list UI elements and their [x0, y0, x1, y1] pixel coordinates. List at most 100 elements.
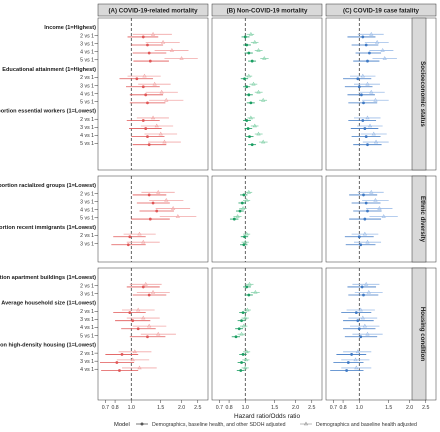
point-estimate [147, 193, 151, 197]
point-estimate [146, 135, 149, 139]
subgroup-title: Educational attainment (1=Highest) [2, 67, 96, 73]
x-tick-label: 2.5 [308, 405, 315, 411]
group-strip-label: Housing condition [419, 307, 426, 362]
point-estimate [148, 217, 152, 221]
row-label: 4 vs 1 [80, 367, 94, 373]
point-estimate [243, 235, 246, 239]
point-estimate [240, 361, 243, 364]
point-estimate [366, 143, 369, 147]
grid-layer [94, 3, 437, 403]
point-estimate [128, 235, 132, 239]
point-estimate [360, 93, 363, 97]
row-label: 2 vs 1 [80, 283, 94, 289]
subgroup-title: Income (1=Highest) [44, 25, 96, 31]
point-estimate [146, 101, 149, 105]
point-estimate [363, 127, 367, 130]
row-label: 2 vs 1 [80, 191, 94, 197]
point-estimate [241, 311, 245, 315]
legend-title: Model [114, 422, 130, 428]
point-estimate [118, 369, 121, 372]
point-estimate [146, 43, 149, 47]
point-estimate [359, 335, 363, 339]
point-estimate [147, 143, 151, 147]
point-estimate [136, 327, 140, 331]
point-estimate [247, 293, 251, 297]
point-estimate [141, 285, 145, 289]
point-estimate [361, 119, 365, 122]
panel-title: (C) COVID-19 case fatality [343, 8, 420, 15]
row-label: 3 vs 1 [80, 241, 94, 247]
subgroup-title: Proportion essential workers (1=Lowest) [0, 109, 96, 115]
row-label: 5 vs 1 [80, 141, 94, 147]
x-tick-label: 0.8 [339, 405, 346, 411]
x-tick-label: 1.5 [157, 405, 164, 411]
subgroup-title: Proportion racialized groups (1=Lowest) [0, 183, 96, 189]
point-estimate [346, 361, 350, 364]
point-estimate [234, 335, 238, 339]
point-estimate [242, 193, 246, 197]
point-estimate [239, 369, 243, 372]
x-tick-label: 0.8 [225, 405, 232, 411]
x-tick-label: 0.7 [102, 405, 109, 411]
row-label: 3 vs 1 [80, 317, 94, 323]
point-estimate [248, 135, 251, 139]
row-label: 4 vs 1 [80, 91, 94, 97]
point-estimate [249, 101, 253, 105]
row-label: 3 vs 1 [80, 359, 94, 365]
row-label: 2 vs 1 [80, 117, 94, 123]
point-estimate [135, 77, 139, 81]
point-estimate [356, 319, 360, 323]
point-estimate [250, 143, 254, 147]
row-label: 5 vs 1 [80, 216, 94, 222]
group-strip-label: Ethnic diversity [419, 196, 426, 243]
x-tick-label: 1.5 [385, 405, 392, 411]
point-estimate [354, 311, 358, 315]
x-tick-label: 0.7 [216, 405, 223, 411]
panel-background [211, 17, 323, 171]
point-estimate [246, 127, 250, 130]
point-estimate [364, 43, 368, 47]
point-estimate [363, 217, 367, 221]
row-label: 3 vs 1 [80, 83, 94, 89]
panel-title: (B) Non-COVID-19 mortality [227, 8, 308, 15]
point-estimate [245, 43, 249, 47]
point-estimate [115, 361, 119, 364]
point-estimate [151, 201, 155, 205]
point-estimate [146, 335, 149, 339]
row-label: 3 vs 1 [80, 41, 94, 47]
subgroup-title: Proportion high-density housing (1=Lowes… [0, 343, 96, 349]
x-tick-label: 0.8 [111, 405, 118, 411]
legend-key-circle [140, 422, 144, 426]
point-estimate [360, 285, 364, 289]
subgroup-title: Proportion recent immigrants (1=Lowest) [0, 225, 96, 231]
point-estimate [147, 293, 151, 297]
panel-background [97, 17, 209, 171]
point-estimate [148, 59, 152, 63]
point-estimate [144, 93, 148, 97]
point-estimate [147, 51, 151, 55]
row-label: 3 vs 1 [80, 291, 94, 297]
group-strip-label: Socioeconomic status [419, 61, 426, 127]
point-estimate [356, 77, 360, 81]
point-estimate [357, 85, 361, 89]
point-estimate [368, 51, 371, 55]
legend-entry-label: Demographics, baseline health, and other… [152, 422, 286, 428]
point-estimate [362, 193, 365, 197]
x-tick-label: 2.0 [178, 405, 185, 411]
row-label: 5 vs 1 [80, 99, 94, 105]
point-estimate [240, 319, 243, 323]
row-label: 2 vs 1 [80, 233, 94, 239]
point-estimate [243, 77, 246, 81]
point-estimate [144, 127, 148, 130]
point-estimate [366, 209, 369, 213]
x-tick-label: 1.5 [271, 405, 278, 411]
point-estimate [128, 311, 132, 315]
row-label: 4 vs 1 [80, 208, 94, 214]
point-estimate [141, 35, 145, 39]
point-estimate [362, 101, 365, 105]
point-estimate [364, 201, 368, 205]
row-label: 4 vs 1 [80, 325, 94, 331]
point-estimate [141, 119, 145, 122]
row-label: 3 vs 1 [80, 199, 94, 205]
point-estimate [357, 327, 361, 331]
